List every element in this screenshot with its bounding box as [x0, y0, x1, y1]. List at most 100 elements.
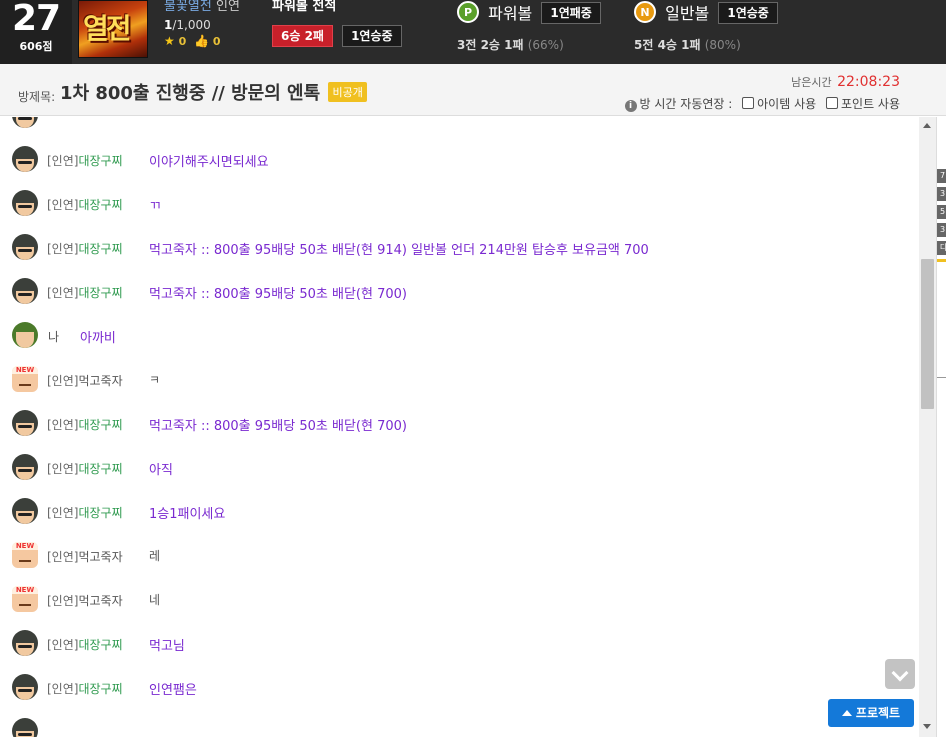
item-use-label[interactable]: 아이템 사용 [757, 97, 816, 111]
side-tag[interactable]: 3 [937, 223, 946, 237]
scrollbar-thumb[interactable] [921, 259, 934, 409]
chat-message-text: 인연팸은 [149, 683, 197, 698]
powerball-record-summary: 6승 2패 [272, 25, 333, 47]
chat-sender[interactable]: [인연]대장구찌 [47, 240, 123, 257]
sender-name[interactable]: 대장구찌 [78, 242, 122, 256]
chat-sender[interactable]: [인연]대장구찌 [47, 504, 123, 521]
user-face-icon[interactable] [12, 146, 38, 172]
chat-sender[interactable]: [인연]대장구찌 [47, 416, 123, 433]
scroll-up-arrow-icon[interactable] [923, 123, 931, 128]
sender-name[interactable]: 대장구찌 [78, 462, 122, 476]
user-face-icon[interactable] [12, 586, 38, 612]
sender-name[interactable]: 먹고죽자 [78, 594, 122, 608]
user-level-box: 27 606점 [0, 0, 72, 64]
chat-sender[interactable]: [인연]대장구찌 [47, 460, 123, 477]
point-use-label[interactable]: 포인트 사용 [841, 97, 900, 111]
normal-ball-streak: 1연승중 [718, 1, 778, 24]
power-ball-icon: P [457, 1, 479, 23]
side-accent [937, 259, 946, 262]
chat-sender[interactable]: [인연]대장구찌 [47, 680, 123, 697]
private-badge: 비공개 [328, 82, 367, 102]
chat-scrollbar[interactable] [919, 117, 936, 737]
chat-message-text: 네 [149, 593, 161, 607]
sender-name[interactable]: 대장구찌 [78, 682, 122, 696]
chat-sender[interactable]: [인연]먹고죽자 [47, 372, 123, 389]
user-face-icon[interactable] [12, 498, 38, 524]
user-face-icon[interactable] [12, 322, 38, 348]
chat-message: [인연]대장구찌 먹고죽자 :: 800출 95배당 50초 배닫(현 914) … [0, 227, 919, 271]
sender-name[interactable]: 대장구찌 [78, 418, 122, 432]
user-face-icon[interactable] [12, 366, 38, 392]
user-face-icon[interactable] [12, 190, 38, 216]
chat-sender[interactable]: [인연]먹고죽자 [47, 548, 123, 565]
side-tag[interactable]: 다 [937, 241, 946, 255]
user-stars: 0 [178, 35, 187, 48]
room-options: i방 시간 자동연장 : 아이템 사용 포인트 사용 [624, 95, 900, 112]
user-level: 27 [11, 0, 61, 39]
sender-rank: [인연] [47, 638, 79, 652]
user-face-icon[interactable] [12, 630, 38, 656]
sender-name[interactable]: 나 [48, 330, 59, 344]
power-ball-record: 3전 2승 1패 (66%) [457, 36, 564, 53]
info-icon[interactable]: i [624, 100, 637, 112]
chat-message: [인연]대장구찌 이야기해주시면되세요 [0, 139, 919, 183]
normal-ball-record: 5전 4승 1패 (80%) [634, 36, 741, 53]
normal-ball-record-text: 5전 4승 1패 [634, 38, 701, 52]
chat-message-partial [0, 711, 919, 737]
user-face-icon[interactable] [12, 278, 38, 304]
point-use-checkbox[interactable] [825, 97, 838, 109]
sender-name[interactable]: 대장구찌 [78, 286, 122, 300]
avatar-logo: 열전 [83, 12, 132, 45]
chat-message: [인연]대장구찌 1승1패이세요 [0, 491, 919, 535]
side-tag[interactable]: 7 [937, 169, 946, 183]
sender-rank: [인연] [47, 462, 79, 476]
chat-sender[interactable]: [인연]대장구찌 [47, 196, 123, 213]
user-points: 606점 [19, 40, 53, 53]
thumbs-up-icon: 👍 [194, 34, 210, 48]
user-nickname[interactable]: 불꽃열전 [164, 0, 212, 14]
chevron-down-icon[interactable] [885, 659, 915, 689]
normal-ball-stats: N 일반볼 1연승중 5전 4승 1패 (80%) [634, 0, 778, 52]
item-use-checkbox[interactable] [742, 97, 755, 109]
user-avatar[interactable]: 열전 [78, 0, 148, 58]
chat-message: 나 아까비 [0, 315, 919, 359]
sender-name[interactable]: 대장구찌 [78, 638, 122, 652]
powerball-record-streak: 1연승중 [342, 25, 402, 47]
chat-sender[interactable]: [인연]먹고죽자 [47, 592, 123, 609]
user-face-icon[interactable] [12, 234, 38, 260]
sender-name[interactable]: 대장구찌 [78, 154, 122, 168]
chat-message-text: 레 [149, 549, 161, 563]
chat-message: [인연]대장구찌 먹고죽자 :: 800출 95배당 50초 배닫(현 700) [0, 403, 919, 447]
chat-message: [인연]대장구찌 인연팸은 [0, 667, 919, 711]
chat-sender[interactable]: [인연]대장구찌 [47, 152, 123, 169]
sender-name[interactable]: 대장구찌 [78, 198, 122, 212]
sender-rank: [인연] [47, 286, 79, 300]
side-tag[interactable]: 3 [937, 187, 946, 201]
chat-message-text: 이야기해주시면되세요 [149, 155, 269, 170]
user-face-icon[interactable] [12, 410, 38, 436]
user-face-icon [12, 117, 38, 128]
power-ball-streak: 1연패중 [541, 1, 601, 24]
room-title: 1차 800출 진행중 // 방문의 엔톡 비공개 [60, 79, 367, 105]
chat-message-text: 아까비 [80, 331, 116, 346]
sender-rank: [인연] [47, 682, 79, 696]
chat-sender[interactable]: [인연]대장구찌 [47, 284, 123, 301]
normal-ball-icon: N [634, 1, 656, 23]
scroll-down-arrow-icon[interactable] [923, 724, 931, 729]
auto-extend-label: 방 시간 자동연장 : [639, 97, 733, 111]
sender-name[interactable]: 먹고죽자 [78, 374, 122, 388]
sender-name[interactable]: 대장구찌 [78, 506, 122, 520]
chat-message: [인연]먹고죽자 네 [0, 579, 919, 623]
chat-message-text: 먹고죽자 :: 800출 95배당 50초 배닫(현 700) [149, 419, 407, 434]
chat-sender[interactable]: 나 [48, 328, 59, 345]
side-tag[interactable]: 5 [937, 205, 946, 219]
chat-sender[interactable]: [인연]대장구찌 [47, 636, 123, 653]
user-face-icon[interactable] [12, 674, 38, 700]
protect-button[interactable]: 프로젝트 [828, 699, 914, 727]
chat-message-text: 먹고죽자 :: 800출 95배당 50초 배닫(현 700) [149, 287, 407, 302]
sender-rank: [인연] [47, 418, 79, 432]
user-face-icon[interactable] [12, 542, 38, 568]
sender-name[interactable]: 먹고죽자 [78, 550, 122, 564]
user-face-icon[interactable] [12, 454, 38, 480]
chat-log[interactable]: [인연]대장구찌 이야기해주시면되세요 [인연]대장구찌 ㄲ [인연]대장구찌 먹고죽자 … [0, 117, 919, 737]
